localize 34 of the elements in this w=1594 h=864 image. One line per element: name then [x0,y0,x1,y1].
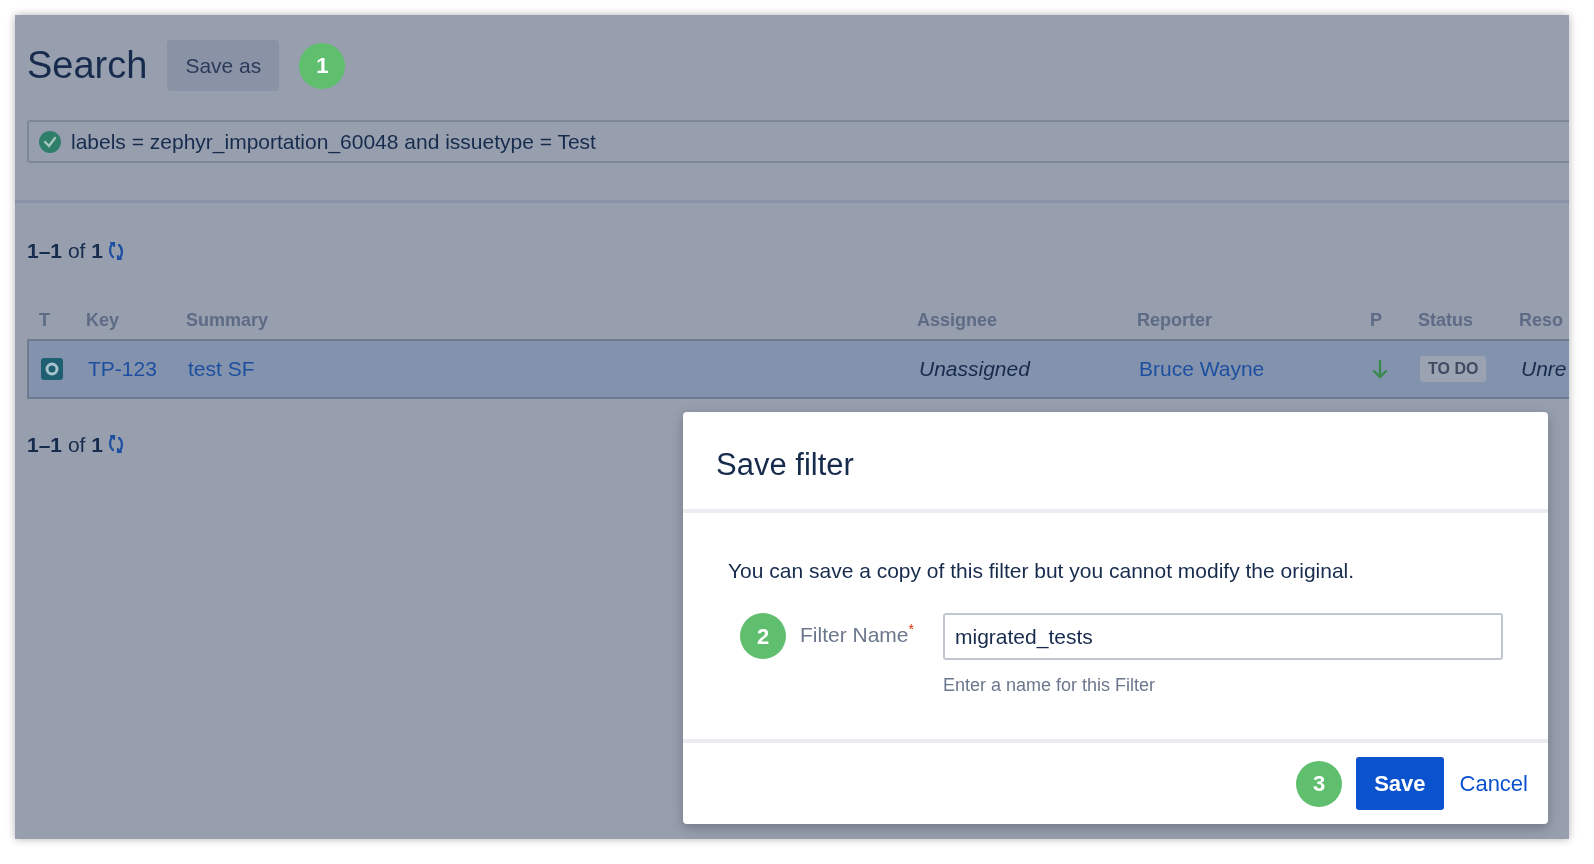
column-header: Summary [186,309,270,332]
results-count: 1–1 of 1 [27,238,103,264]
save-as-button[interactable]: Save as [167,39,280,92]
column-header: T [39,309,51,332]
query-text: labels = zephyr_importation_60048 and issuetype = Test [71,128,596,156]
column-header: Reso [1519,309,1564,332]
query-field[interactable]: labels = zephyr_importation_60048 and issuetype = Test [27,120,1569,163]
arrow-down-icon [1372,358,1388,379]
issue-row[interactable]: TP-123 test SF Unassigned Bruce Wayne TO DO Unre [27,338,1569,399]
cancel-link[interactable]: Cancel [1457,767,1530,800]
step-number-badge: 1 [299,42,346,89]
column-header: Key [86,309,121,332]
resolution-text: Unre [1521,355,1568,382]
field-label: Filter Name [800,622,909,648]
status-lozenge: TO DO [1420,355,1487,382]
assignee-text: Unassigned [919,355,1032,382]
step-number-badge: 2 [740,613,786,659]
column-header: Assignee [917,309,999,332]
results-count: 1–1 of 1 [27,431,103,458]
dialog-message: You can save a copy of this filter but you cannot modify the original. [728,557,1356,584]
test-type-icon [41,357,63,380]
column-header: P [1370,309,1383,332]
save-button[interactable]: Save [1356,757,1444,810]
field-hint: Enter a name for this Filter [943,674,1157,697]
step-number-badge: 3 [1296,760,1343,807]
column-header: Reporter [1137,309,1213,332]
dialog-title: Save filter [716,446,855,484]
issue-key-link[interactable]: TP-123 [88,352,188,385]
required-asterisk: * [908,620,914,637]
column-header: Status [1418,309,1474,332]
reporter-link[interactable]: Bruce Wayne [1139,352,1372,385]
page-title: Search [27,43,148,88]
filter-name-input[interactable]: migrated_tests [943,613,1503,660]
issue-summary-link[interactable]: test SF [188,352,919,385]
